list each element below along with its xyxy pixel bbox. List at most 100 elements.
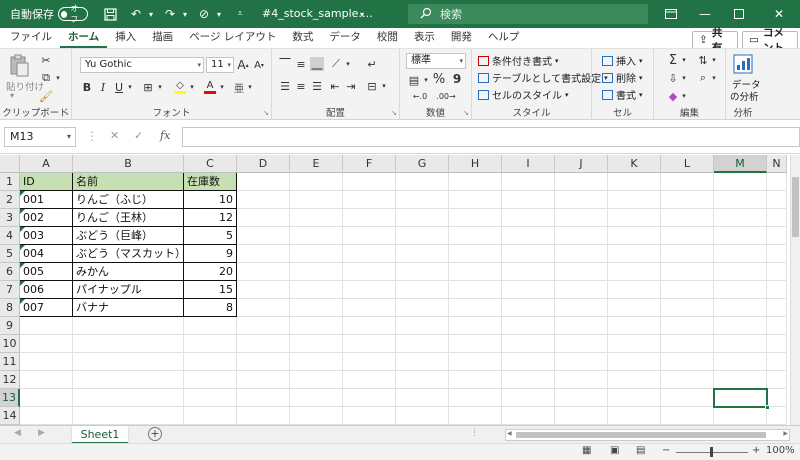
cell-a13[interactable] <box>20 389 73 407</box>
cell-j3[interactable] <box>555 209 608 227</box>
cell-l4[interactable] <box>661 227 714 245</box>
tab-review[interactable]: 校閲 <box>369 28 406 48</box>
undo-icon[interactable]: ↶ <box>126 4 146 24</box>
cell-j13[interactable] <box>555 389 608 407</box>
row-header-3[interactable]: 3 <box>0 209 20 227</box>
cell-c5[interactable]: 9 <box>184 245 237 263</box>
tab-insert[interactable]: 挿入 <box>107 28 144 48</box>
ribbon-display-icon[interactable] <box>654 0 688 28</box>
vertical-scrollbar[interactable] <box>790 155 800 425</box>
cell-l11[interactable] <box>661 353 714 371</box>
cell-b5[interactable]: ぶどう（マスカット） <box>73 245 184 263</box>
align-middle-icon[interactable]: ≡ <box>294 57 308 71</box>
cell-h11[interactable] <box>449 353 502 371</box>
cell-k12[interactable] <box>608 371 661 389</box>
cell-f9[interactable] <box>343 317 396 335</box>
cell-a14[interactable] <box>20 407 73 425</box>
cell-i3[interactable] <box>502 209 555 227</box>
cell-k7[interactable] <box>608 281 661 299</box>
conditional-formatting-button[interactable]: 条件付き書式 ▾ <box>478 53 559 68</box>
cell-k5[interactable] <box>608 245 661 263</box>
cell-d11[interactable] <box>237 353 290 371</box>
cell-a9[interactable] <box>20 317 73 335</box>
cell-m5[interactable] <box>714 245 767 263</box>
zoom-level[interactable]: 100% <box>766 445 795 456</box>
cell-e2[interactable] <box>290 191 343 209</box>
confirm-entry-icon[interactable]: ✓ <box>134 129 143 142</box>
cell-i6[interactable] <box>502 263 555 281</box>
cell-b2[interactable]: りんご（ふじ） <box>73 191 184 209</box>
cell-g3[interactable] <box>396 209 449 227</box>
cell-g8[interactable] <box>396 299 449 317</box>
merge-dropdown-icon[interactable]: ▾ <box>380 79 388 93</box>
cell-g4[interactable] <box>396 227 449 245</box>
cell-f12[interactable] <box>343 371 396 389</box>
phonetic-icon[interactable]: 亜 <box>232 79 246 95</box>
zoom-in-icon[interactable]: + <box>752 445 760 456</box>
cell-b3[interactable]: りんご（王林） <box>73 209 184 227</box>
close-icon[interactable]: ✕ <box>762 0 796 28</box>
cell-j7[interactable] <box>555 281 608 299</box>
cell-n2[interactable] <box>767 191 787 209</box>
row-header-13[interactable]: 13 <box>0 389 20 407</box>
column-header-g[interactable]: G <box>396 155 449 173</box>
underline-icon[interactable]: U <box>112 79 126 95</box>
row-header-4[interactable]: 4 <box>0 227 20 245</box>
cell-l14[interactable] <box>661 407 714 425</box>
cell-g12[interactable] <box>396 371 449 389</box>
fill-icon[interactable]: ⇩ <box>666 71 680 85</box>
cut-icon[interactable]: ✂ <box>38 53 54 67</box>
find-icon[interactable]: ⌕ <box>696 71 710 85</box>
cell-l5[interactable] <box>661 245 714 263</box>
copy-icon[interactable]: ⧉ <box>38 71 54 85</box>
cell-d9[interactable] <box>237 317 290 335</box>
row-header-5[interactable]: 5 <box>0 245 20 263</box>
cell-n14[interactable] <box>767 407 787 425</box>
cell-j4[interactable] <box>555 227 608 245</box>
column-header-l[interactable]: L <box>661 155 714 173</box>
cell-e12[interactable] <box>290 371 343 389</box>
row-header-11[interactable]: 11 <box>0 353 20 371</box>
cell-a12[interactable] <box>20 371 73 389</box>
cell-i8[interactable] <box>502 299 555 317</box>
normal-view-icon[interactable]: ▦ <box>582 445 591 456</box>
cell-d6[interactable] <box>237 263 290 281</box>
cell-e3[interactable] <box>290 209 343 227</box>
cell-j5[interactable] <box>555 245 608 263</box>
cell-h7[interactable] <box>449 281 502 299</box>
redo-dropdown-icon[interactable]: ▾ <box>180 4 190 24</box>
cell-c8[interactable]: 8 <box>184 299 237 317</box>
autosave-toggle[interactable]: オフ <box>58 4 88 24</box>
customize-toolbar-icon[interactable]: ⩡ <box>230 4 250 24</box>
worksheet-grid[interactable]: A B C D E F G H I J K L M N 1 ID 名前 在庫数 2 001 りんご（ふじ） 10 3 002 り… <box>0 155 790 425</box>
cell-i2[interactable] <box>502 191 555 209</box>
cell-d2[interactable] <box>237 191 290 209</box>
cell-e14[interactable] <box>290 407 343 425</box>
page-break-view-icon[interactable]: ▤ <box>636 445 645 456</box>
cell-j11[interactable] <box>555 353 608 371</box>
row-header-10[interactable]: 10 <box>0 335 20 353</box>
cell-e5[interactable] <box>290 245 343 263</box>
phonetic-dropdown-icon[interactable]: ▾ <box>246 79 254 95</box>
quick-access-dropdown-icon[interactable]: ▾ <box>214 4 224 24</box>
tab-home[interactable]: ホーム <box>60 28 108 48</box>
cell-a10[interactable] <box>20 335 73 353</box>
cell-f6[interactable] <box>343 263 396 281</box>
delete-cells-button[interactable]: 削除 ▾ <box>602 70 643 85</box>
cell-f8[interactable] <box>343 299 396 317</box>
column-header-k[interactable]: K <box>608 155 661 173</box>
row-header-12[interactable]: 12 <box>0 371 20 389</box>
sheet-tab-sheet1[interactable]: Sheet1 <box>72 426 128 444</box>
column-header-i[interactable]: I <box>502 155 555 173</box>
cell-f1[interactable] <box>343 173 396 191</box>
paste-icon[interactable] <box>6 53 32 77</box>
cell-a8[interactable]: 007 <box>20 299 73 317</box>
tab-view[interactable]: 表示 <box>406 28 443 48</box>
cancel-entry-icon[interactable]: ✕ <box>110 129 119 142</box>
fill-color-icon[interactable]: ◇ <box>172 79 188 95</box>
cell-c1[interactable]: 在庫数 <box>184 173 237 191</box>
format-as-table-button[interactable]: テーブルとして書式設定 ▾ <box>478 70 608 85</box>
clipboard-launcher-icon[interactable]: ↘ <box>62 109 70 117</box>
add-sheet-icon[interactable]: + <box>148 427 162 441</box>
cell-n6[interactable] <box>767 263 787 281</box>
